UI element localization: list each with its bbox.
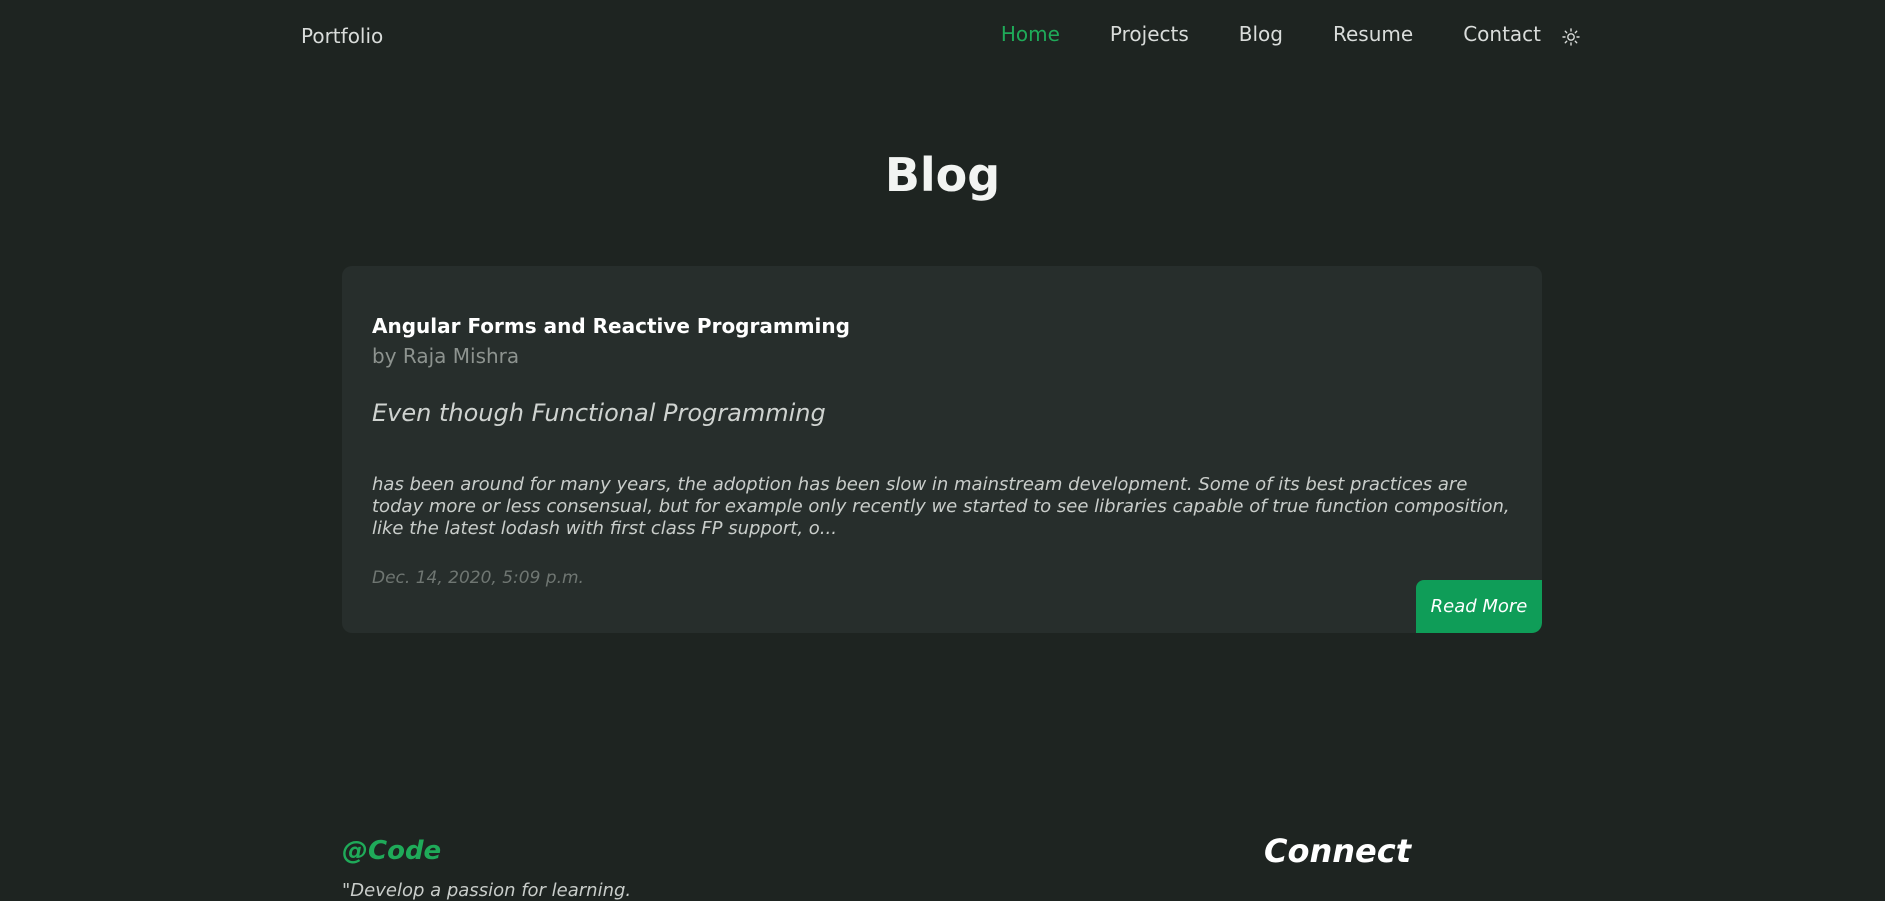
nav-link-projects[interactable]: Projects — [1110, 22, 1189, 46]
nav-link-home[interactable]: Home — [1001, 22, 1060, 46]
theme-toggle-button[interactable] — [1560, 26, 1582, 48]
post-title[interactable]: Angular Forms and Reactive Programming — [372, 314, 850, 338]
top-navbar: Portfolio Home Projects Blog Resume Cont… — [0, 0, 1885, 74]
post-lead: Even though Functional Programming — [372, 399, 826, 427]
read-more-button[interactable]: Read More — [1416, 580, 1542, 633]
footer-connect-heading: Connect — [1264, 832, 1411, 870]
nav-links: Home Projects Blog Resume Contact — [951, 22, 1541, 46]
nav-link-contact[interactable]: Contact — [1463, 22, 1541, 46]
blog-post-card: Angular Forms and Reactive Programming b… — [342, 266, 1542, 633]
post-date: Dec. 14, 2020, 5:09 p.m. — [372, 568, 584, 588]
brand-logo[interactable]: Portfolio — [301, 24, 383, 48]
post-excerpt: has been around for many years, the adop… — [372, 474, 1510, 539]
page-title: Blog — [884, 148, 1001, 202]
nav-link-blog[interactable]: Blog — [1239, 22, 1283, 46]
post-author: by Raja Mishra — [372, 344, 520, 368]
footer-brand: @Code — [342, 836, 442, 866]
nav-link-resume[interactable]: Resume — [1333, 22, 1413, 46]
footer-quote: "Develop a passion for learning. — [342, 880, 632, 901]
sun-icon — [1562, 28, 1580, 46]
